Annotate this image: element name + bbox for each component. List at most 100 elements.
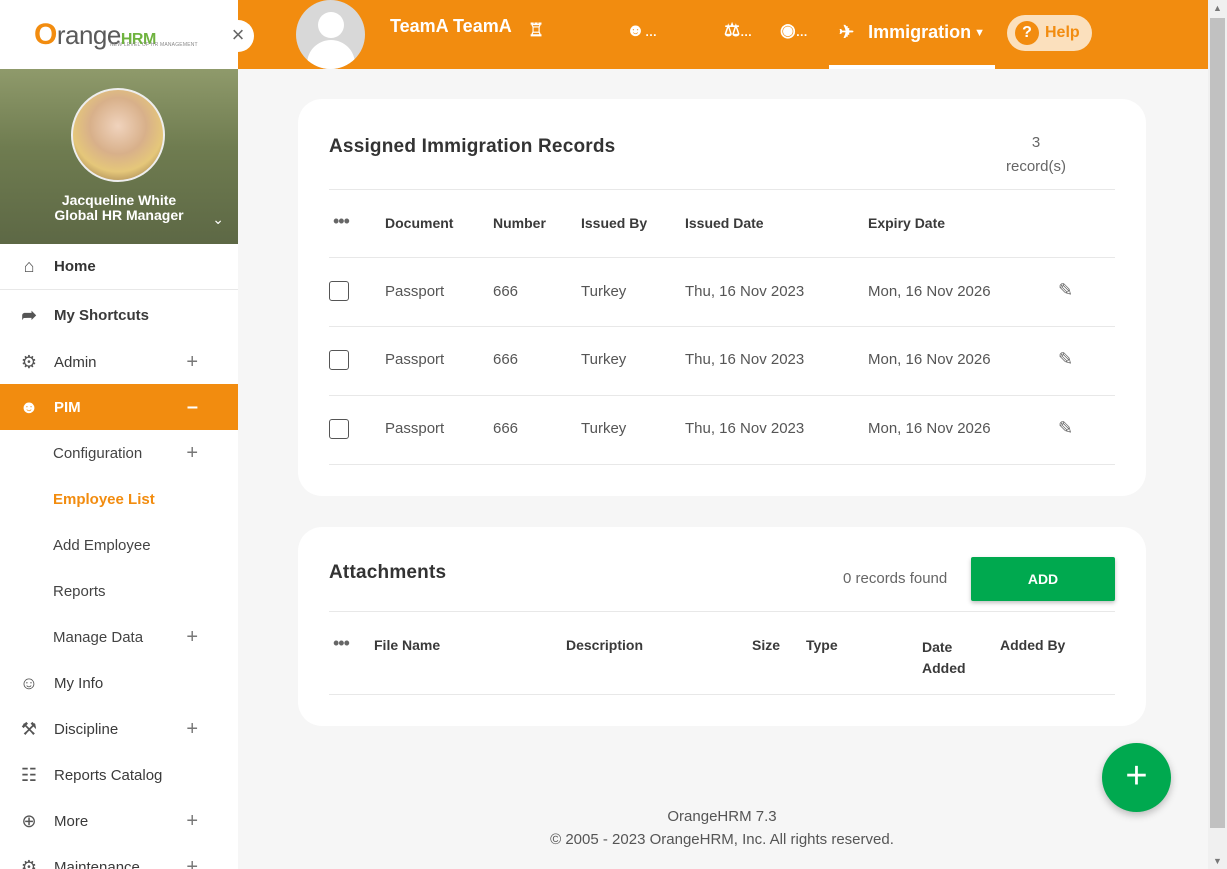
scroll-down-icon[interactable]: ▼ bbox=[1213, 856, 1222, 866]
menu-home[interactable]: ⌂ Home bbox=[0, 244, 238, 290]
col-date-added: Date Added bbox=[922, 637, 966, 679]
add-fab-button[interactable]: + bbox=[1102, 743, 1171, 812]
edit-pencil-icon[interactable]: ✎ bbox=[1058, 418, 1073, 439]
menu-shortcuts-label: My Shortcuts bbox=[54, 306, 150, 324]
question-icon: ? bbox=[1015, 21, 1039, 45]
menu-my-info[interactable]: ☺ My Info bbox=[0, 660, 238, 706]
share-arrow-icon: ➦ bbox=[21, 304, 37, 325]
tab-job-ellipsis: … bbox=[644, 25, 657, 39]
col-date-added-line1: Date bbox=[922, 639, 953, 655]
more-options-icon[interactable]: ••• bbox=[333, 211, 350, 232]
tab-salary-ellipsis: … bbox=[795, 25, 808, 39]
divider bbox=[329, 611, 1115, 612]
profile-panel: Jacqueline White Global HR Manager ⌄ bbox=[0, 69, 238, 244]
expand-icon[interactable]: + bbox=[186, 718, 198, 741]
home-icon: ⌂ bbox=[23, 256, 35, 276]
employee-avatar[interactable] bbox=[296, 0, 365, 69]
col-description: Description bbox=[566, 637, 644, 653]
document-icon: ☷ bbox=[20, 764, 38, 785]
submenu-reports[interactable]: Reports bbox=[0, 568, 238, 614]
chevron-down-icon[interactable]: ⌄ bbox=[212, 211, 224, 228]
tab-qualifications-icon[interactable]: ⚖… bbox=[724, 20, 752, 41]
cell-issued-by: Turkey bbox=[581, 283, 627, 300]
col-document: Document bbox=[385, 215, 454, 231]
menu-discipline-label: Discipline bbox=[54, 720, 119, 738]
user-name: Jacqueline White bbox=[61, 192, 177, 208]
cell-expiry-date: Mon, 16 Nov 2026 bbox=[868, 283, 991, 300]
expand-icon[interactable]: + bbox=[186, 626, 198, 649]
menu-admin-label: Admin bbox=[54, 353, 97, 371]
submenu-add-employee-label: Add Employee bbox=[53, 536, 151, 554]
user-title: Global HR Manager bbox=[54, 207, 184, 223]
submenu-add-employee[interactable]: Add Employee bbox=[0, 522, 238, 568]
expand-icon[interactable]: + bbox=[186, 856, 198, 869]
scrollbar-thumb[interactable] bbox=[1210, 18, 1225, 828]
scroll-up-icon[interactable]: ▲ bbox=[1213, 3, 1222, 13]
tab-qualifications-ellipsis: … bbox=[740, 25, 753, 39]
immigration-records-card: Assigned Immigration Records 3 record(s)… bbox=[298, 99, 1146, 496]
menu-more[interactable]: ⊕ More + bbox=[0, 798, 238, 844]
submenu-reports-label: Reports bbox=[53, 582, 106, 600]
menu-shortcuts[interactable]: ➦ My Shortcuts bbox=[0, 290, 238, 340]
record-count: 3 record(s) bbox=[1006, 131, 1066, 179]
col-type: Type bbox=[806, 637, 838, 653]
tab-personal-details-icon[interactable]: ♖ bbox=[528, 20, 544, 41]
menu-more-label: More bbox=[54, 812, 89, 830]
menu-pim[interactable]: ☻ PIM – bbox=[0, 384, 238, 430]
edit-pencil-icon[interactable]: ✎ bbox=[1058, 280, 1073, 301]
col-issued-date: Issued Date bbox=[685, 215, 764, 231]
copyright-prefix: © 2005 - 2023 bbox=[550, 831, 650, 848]
help-label: Help bbox=[1045, 24, 1080, 41]
close-icon[interactable]: × bbox=[222, 20, 254, 52]
cell-number: 666 bbox=[493, 351, 519, 368]
user-name-title[interactable]: Jacqueline White Global HR Manager bbox=[0, 193, 238, 223]
submenu-employee-list[interactable]: Employee List bbox=[0, 476, 238, 522]
edit-pencil-icon[interactable]: ✎ bbox=[1058, 349, 1073, 370]
col-issued-by: Issued By bbox=[581, 215, 648, 231]
cell-issued-by: Turkey bbox=[581, 351, 627, 368]
tab-salary-icon[interactable]: ◉… bbox=[780, 20, 808, 41]
submenu-configuration[interactable]: Configuration + bbox=[0, 430, 238, 476]
col-size: Size bbox=[752, 637, 781, 653]
add-attachment-button[interactable]: ADD bbox=[971, 557, 1115, 601]
menu-my-info-label: My Info bbox=[54, 674, 104, 692]
cell-document: Passport bbox=[385, 420, 445, 437]
help-button[interactable]: ? Help bbox=[1007, 15, 1092, 51]
attachments-card: Attachments 0 records found ADD ••• File… bbox=[298, 527, 1146, 726]
menu-reports-catalog[interactable]: ☷ Reports Catalog bbox=[0, 752, 238, 798]
record-count-value: 3 bbox=[1031, 134, 1041, 151]
row-checkbox[interactable] bbox=[329, 350, 349, 370]
tab-immigration-label: Immigration bbox=[868, 22, 972, 42]
employee-topbar: TeamA TeamA ♖ ☻… ⚖… ◉… ✈ Immigration ▼ ?… bbox=[238, 0, 1208, 69]
divider bbox=[329, 694, 1115, 695]
cell-number: 666 bbox=[493, 420, 519, 437]
expand-icon[interactable]: + bbox=[186, 351, 198, 374]
user-circle-icon: ☺ bbox=[19, 672, 39, 693]
menu-maintenance[interactable]: ⚙ Maintenance + bbox=[0, 844, 238, 869]
cell-issued-by: Turkey bbox=[581, 420, 627, 437]
caret-down-icon: ▼ bbox=[974, 26, 985, 39]
divider bbox=[329, 464, 1115, 465]
user-gear-icon: ⚙ bbox=[20, 351, 38, 372]
menu-maintenance-label: Maintenance bbox=[54, 858, 140, 869]
expand-icon[interactable]: + bbox=[186, 442, 198, 465]
company-link[interactable]: OrangeHRM, Inc bbox=[650, 831, 763, 848]
employee-name: TeamA TeamA bbox=[390, 16, 512, 36]
record-count-label: record(s) bbox=[1005, 158, 1066, 175]
menu-pim-label: PIM bbox=[54, 398, 81, 416]
row-checkbox[interactable] bbox=[329, 419, 349, 439]
page-scrollbar[interactable]: ▲ ▼ bbox=[1208, 0, 1227, 869]
tab-job-icon[interactable]: ☻… bbox=[626, 20, 657, 41]
collapse-icon[interactable]: – bbox=[187, 396, 198, 419]
col-number: Number bbox=[493, 215, 546, 231]
menu-discipline[interactable]: ⚒ Discipline + bbox=[0, 706, 238, 752]
logo[interactable]: OrangeHRM NEW LEVEL OF HR MANAGEMENT bbox=[0, 0, 238, 69]
row-checkbox[interactable] bbox=[329, 281, 349, 301]
tab-immigration[interactable]: ✈ Immigration ▼ bbox=[829, 0, 995, 69]
more-options-icon[interactable]: ••• bbox=[333, 633, 350, 654]
logo-tagline: NEW LEVEL OF HR MANAGEMENT bbox=[110, 42, 198, 48]
menu-admin[interactable]: ⚙ Admin + bbox=[0, 340, 238, 384]
expand-icon[interactable]: + bbox=[186, 810, 198, 833]
gavel-icon: ⚒ bbox=[20, 718, 38, 739]
submenu-manage-data[interactable]: Manage Data + bbox=[0, 614, 238, 660]
